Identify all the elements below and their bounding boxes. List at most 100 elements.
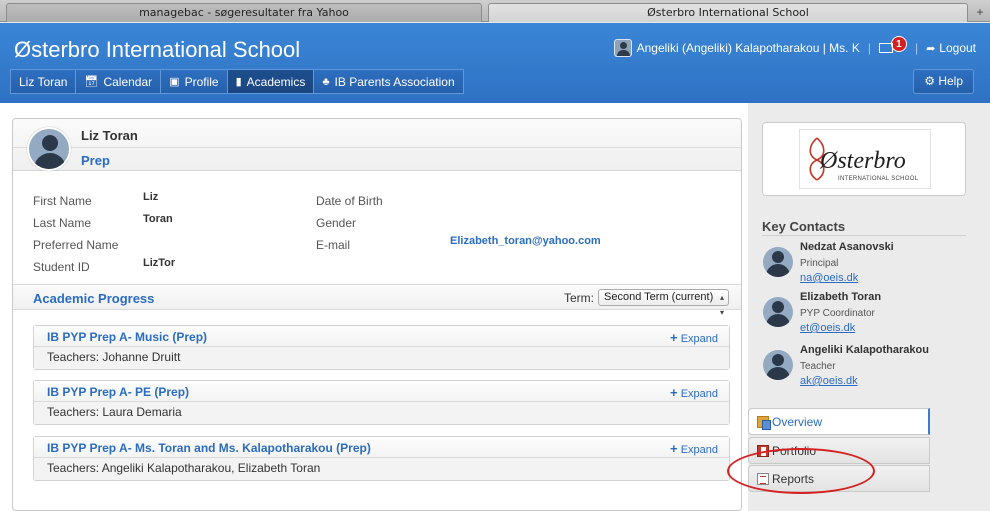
gender-label: Gender [316,216,357,230]
browser-tab-yahoo[interactable]: managebac - søgeresultater fra Yahoo [6,3,482,22]
course-card: IB PYP Prep A- PE (Prep) + Expand Teache… [33,380,730,425]
user-name-link[interactable]: Angeliki (Angeliki) Kalapotharakou | Ms.… [637,41,860,55]
nav-item-academics[interactable]: ▮ Academics [226,69,314,94]
plus-icon: + [670,441,678,456]
nav-item-student[interactable]: Liz Toran [10,69,76,94]
email-label: E-mail [316,238,351,252]
dob-label: Date of Birth [316,194,383,208]
expand-label: Expand [680,333,718,345]
profile-card-icon: ▣ [169,75,180,88]
course-teachers: Teachers: Johanne Druitt [34,347,729,369]
student-header: Liz Toran Prep [13,119,741,171]
side-tab-overview[interactable]: Overview [748,408,930,435]
academic-progress-title: Academic Progress [33,291,155,306]
plus-icon: + [670,385,678,400]
contact-item: Elizabeth Toran PYP Coordinator et@oeis.… [762,291,972,337]
book-icon: ▮ [235,75,242,88]
course-header: IB PYP Prep A- Ms. Toran and Ms. Kalapot… [34,437,729,458]
nav-item-calendar[interactable]: 📅︎ Calendar [75,69,161,94]
nav-item-parents-association[interactable]: ♣ IB Parents Association [313,69,464,94]
contact-name: Nedzat Asanovski [800,241,894,253]
nav-label: Liz Toran [19,74,68,89]
nav-item-profile[interactable]: ▣ Profile [160,69,227,94]
app-header: Østerbro International School Angeliki (… [0,23,990,103]
course-card: IB PYP Prep A- Ms. Toran and Ms. Kalapot… [33,436,730,481]
contact-avatar [763,297,793,327]
course-title-link[interactable]: IB PYP Prep A- PE (Prep) [47,385,189,399]
browser-tab-strip: managebac - søgeresultater fra Yahoo Øst… [0,0,990,22]
contact-avatar [763,247,793,277]
term-select-value: Second Term (current) [604,291,714,303]
school-logo: Østerbro INTERNATIONAL SCHOOL [799,129,931,189]
help-label: Help [938,74,963,88]
expand-button[interactable]: + Expand [670,441,718,456]
separator: | [867,41,871,55]
divider [762,235,966,236]
term-label: Term: [564,291,594,305]
first-name-label: First Name [33,194,92,208]
logo-wordmark: Østerbro [820,148,906,174]
expand-label: Expand [680,388,718,400]
contact-avatar [763,350,793,380]
contact-name: Elizabeth Toran [800,291,882,303]
student-id-label: Student ID [33,260,90,274]
expand-button[interactable]: + Expand [670,385,718,400]
help-button[interactable]: ⚙ Help [913,69,974,94]
course-teachers: Teachers: Angeliki Kalapotharakou, Eliza… [34,458,729,480]
preferred-name-label: Preferred Name [33,238,119,252]
first-name-value: Liz [143,191,159,203]
overview-icon [757,415,771,430]
select-arrows-icon: ▴ ▾ [719,293,724,317]
contact-email-link[interactable]: na@oeis.dk [800,272,858,284]
user-bar: Angeliki (Angeliki) Kalapotharakou | Ms.… [613,36,976,57]
contact-role: Principal [800,258,839,269]
course-title-link[interactable]: IB PYP Prep A- Music (Prep) [47,330,207,344]
contact-item: Angeliki Kalapotharakou Teacher ak@oeis.… [762,344,972,390]
school-title[interactable]: Østerbro International School [14,37,300,63]
student-id-value: LizTor [143,257,176,269]
separator: | [914,41,919,55]
course-title-link[interactable]: IB PYP Prep A- Ms. Toran and Ms. Kalapot… [47,441,371,455]
message-count-badge[interactable]: 1 [890,36,907,52]
user-avatar-icon[interactable] [613,39,632,57]
contact-item: Nedzat Asanovski Principal na@oeis.dk [762,241,972,287]
logo-subtitle: INTERNATIONAL SCHOOL [838,176,919,182]
contact-name: Angeliki Kalapotharakou [800,344,929,356]
new-tab-button[interactable]: + [972,3,988,21]
logout-icon[interactable]: ➦ [926,42,935,55]
grade-bar: Prep [13,147,741,171]
academic-progress-bar: Academic Progress Term: Second Term (cur… [13,284,741,317]
nav-label: Profile [184,74,219,89]
student-panel: Liz Toran Prep First Name Liz Last Name … [12,118,742,511]
contact-email-link[interactable]: et@oeis.dk [800,322,855,334]
help-icon: ⚙ [924,74,935,88]
calendar-icon: 📅︎ [84,75,99,88]
annotation-circle [727,448,875,494]
expand-label: Expand [680,444,718,456]
nav-label: Academics [246,74,306,89]
term-select[interactable]: Second Term (current) ▴ ▾ [598,289,729,317]
main-nav: Liz Toran 📅︎ Calendar ▣ Profile ▮ Academ… [10,69,464,94]
logout-link[interactable]: Logout [939,41,976,55]
last-name-label: Last Name [33,216,92,230]
course-header: IB PYP Prep A- Music (Prep) + Expand [34,326,729,347]
course-teachers: Teachers: Laura Demaria [34,402,729,424]
mail-icon[interactable] [878,43,893,53]
contact-role: Teacher [800,361,836,372]
course-header: IB PYP Prep A- PE (Prep) + Expand [34,381,729,402]
school-logo-box: Østerbro INTERNATIONAL SCHOOL [762,122,966,196]
email-link[interactable]: Elizabeth_toran@yahoo.com [450,235,601,247]
plus-icon: + [670,330,678,345]
last-name-value: Toran [143,213,173,225]
expand-button[interactable]: + Expand [670,330,718,345]
contact-email-link[interactable]: ak@oeis.dk [800,375,858,387]
key-contacts-title: Key Contacts [762,219,846,234]
group-icon: ♣ [322,75,330,88]
nav-label: IB Parents Association [334,74,455,89]
student-grade-link[interactable]: Prep [81,153,110,168]
student-name: Liz Toran [81,128,138,143]
nav-label: Calendar [103,74,153,89]
browser-tab-school[interactable]: Østerbro International School [488,3,968,22]
student-avatar [27,127,71,171]
side-tab-label: Overview [772,414,823,429]
